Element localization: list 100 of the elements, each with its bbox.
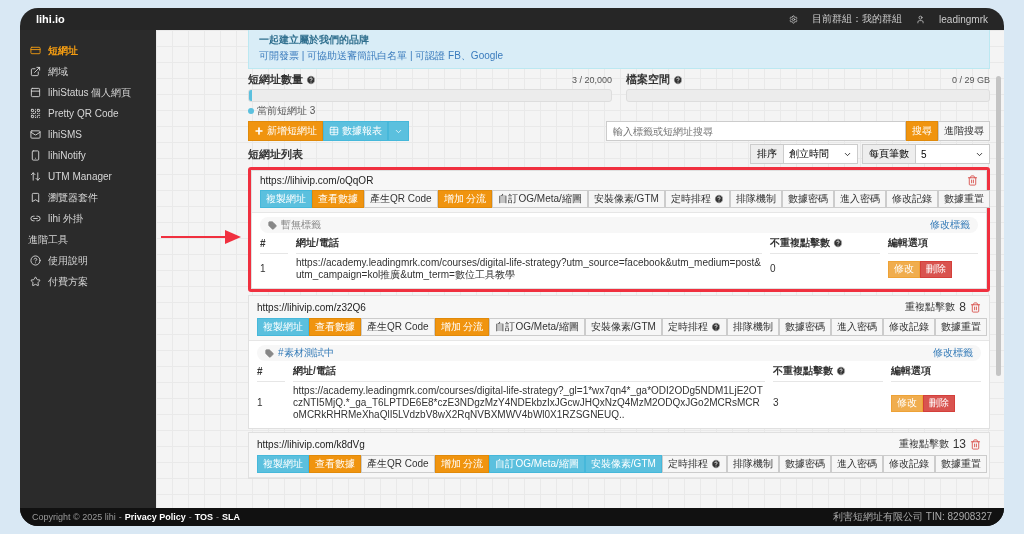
delete-button[interactable]: 刪除 [920,260,952,278]
tag-text: 暫無標籤 [281,218,321,232]
tool-button[interactable]: 自訂OG/Meta/縮圖 [489,318,585,336]
tool-button[interactable]: 數據密碼 [778,455,831,473]
column-header: # [260,233,288,254]
tool-button[interactable]: 修改記錄 [885,190,938,208]
table-cell-text: 3 [773,396,780,410]
tool-button[interactable]: 定時排程 [664,190,730,208]
trash-icon[interactable] [970,301,981,313]
table-cell-text: 1 [260,262,267,276]
sidebar-item[interactable]: lihiSMS [20,124,156,145]
legend-text: 當前短網址 3 [257,104,316,118]
card-icon [30,45,41,56]
tool-button[interactable]: 自訂OG/Meta/縮圖 [492,190,588,208]
per-page-select[interactable]: 5 [916,144,990,164]
column-header: 網址/電話 [296,233,762,254]
tool-button[interactable]: 數據重置 [934,455,987,473]
column-header: 編輯選項 [888,233,978,254]
tool-button[interactable]: 數據重置 [934,318,987,336]
tool-button[interactable]: 數據重置 [937,190,990,208]
sidebar-item[interactable]: 瀏覽器套件 [20,187,156,208]
notice-title: 一起建立屬於我們的品牌 [259,33,370,47]
tool-button[interactable]: 數據密碼 [778,318,831,336]
table-cell-text: https://academy.leadingmrk.com/courses/digital-life-strategy?utm_source=facebook&utm_medium=post&utm_campaign=kol推廣&utm_term=數位工具教學 [296,256,762,282]
advanced-search-button[interactable]: 進階搜尋 [938,121,990,141]
action-button[interactable]: 產生QR Code [361,455,435,473]
sidebar-section[interactable]: 進階工具 [20,229,156,250]
sidebar-item[interactable]: 付費方案 [20,271,156,292]
link-icon [30,213,41,224]
help-icon [673,74,683,85]
qr-code-icon [30,108,41,119]
tool-button[interactable]: 定時排程 [661,318,727,336]
edit-tag-link[interactable]: 修改標籤 [933,346,973,360]
help-icon [713,194,724,204]
list-title: 短網址列表 [248,146,303,162]
delete-button[interactable]: 刪除 [923,394,955,412]
help-icon [306,74,316,85]
sidebar-item[interactable]: lihi 外掛 [20,208,156,229]
tool-button[interactable]: 修改記錄 [882,455,935,473]
tool-button[interactable]: 進入密碼 [833,190,886,208]
help-icon [836,366,846,376]
footer-link[interactable]: TOS [194,512,214,522]
trash-icon[interactable] [967,175,978,186]
action-button[interactable]: 產生QR Code [364,190,438,208]
envelope-icon [30,129,41,140]
brand-logo[interactable]: lihi.io [36,13,65,25]
column-header: # [257,361,285,382]
tool-button[interactable]: 安裝像素/GTM [587,190,665,208]
user-icon [916,14,926,24]
sidebar-item[interactable]: Pretty QR Code [20,103,156,124]
search-field[interactable]: 輸入標籤或短網址搜尋 [606,121,906,141]
user-menu[interactable]: leadingmrk [939,13,988,25]
short-url[interactable]: https://lihivip.com/z32Q6 [257,301,366,313]
help-icon [30,255,41,266]
action-button[interactable]: 產生QR Code [361,318,435,336]
phone-icon [30,150,41,161]
table-icon [329,126,339,136]
tool-button[interactable]: 排隊機制 [726,455,779,473]
tool-button[interactable]: 數據密碼 [781,190,834,208]
tool-button[interactable]: 進入密碼 [830,455,883,473]
external-link-icon [30,66,41,77]
sort-label: 排序 [750,144,784,164]
sidebar-item[interactable]: lihiNotify [20,145,156,166]
edit-tag-link[interactable]: 修改標籤 [930,218,970,232]
meter-title: 短網址數量 [248,72,303,87]
group-menu[interactable]: 目前群組：我的群組 [812,12,903,26]
tool-button[interactable]: 排隊機制 [729,190,782,208]
plus-icon [254,126,264,136]
sidebar-item[interactable]: 使用說明 [20,250,156,271]
help-icon [710,459,721,469]
table-cell-text: https://academy.leadingmrk.com/courses/digital-life-strategy?_gl=1*wx7qn4*_ga*ODI2ODg5NDM1LjE2OTczNTI5MjQ.*_ga_T6LPTDE6E8*czE3NDgzMzY4NDEkbzIxJGcwJHQxNzQ4MzM2ODQxJGo2MCRsMCRoMCRkRHRMeXhaQlI5LVdzbV8wX2RqNVBXMWV4bWl0X1RZSGNEUQ.. [293,384,764,422]
per-page-label: 每頁筆數 [862,144,916,164]
footer-link[interactable]: Privacy Policy [124,512,186,522]
tool-button[interactable]: 修改記錄 [882,318,935,336]
tool-button[interactable]: 排隊機制 [726,318,779,336]
short-url[interactable]: https://lihivip.com/oQqOR [260,175,374,186]
tool-button[interactable]: 安裝像素/GTM [584,318,662,336]
footer-link[interactable]: SLA [222,512,241,522]
trash-icon[interactable] [970,438,981,450]
sidebar-item[interactable]: UTM Manager [20,166,156,187]
meter-reading: 0 / 29 GB [951,74,990,85]
copyright-text: Copyright © 2025 lihi [32,512,116,522]
tag-text[interactable]: #素材測試中 [278,346,334,360]
column-header: 不重複點擊數 [770,233,880,254]
star-icon [30,276,41,287]
meter-title: 檔案空間 [626,72,670,87]
sidebar-item[interactable]: 網域 [20,61,156,82]
browser-window-icon [30,87,41,98]
sort-select[interactable]: 創立時間 [784,144,858,164]
sidebar-item[interactable]: 短網址 [20,40,156,61]
table-cell-text: 0 [770,262,777,276]
arrows-icon [30,171,41,182]
tool-button[interactable]: 定時排程 [661,455,727,473]
scrollbar-thumb[interactable] [996,76,1001,376]
separator-dash: - [188,512,192,522]
table-cell-text: 1 [257,396,264,410]
sidebar-item[interactable]: lihiStatus 個人網頁 [20,82,156,103]
short-url[interactable]: https://lihivip.com/k8dVg [257,438,365,450]
tool-button[interactable]: 進入密碼 [830,318,883,336]
settings-icon [789,14,799,24]
